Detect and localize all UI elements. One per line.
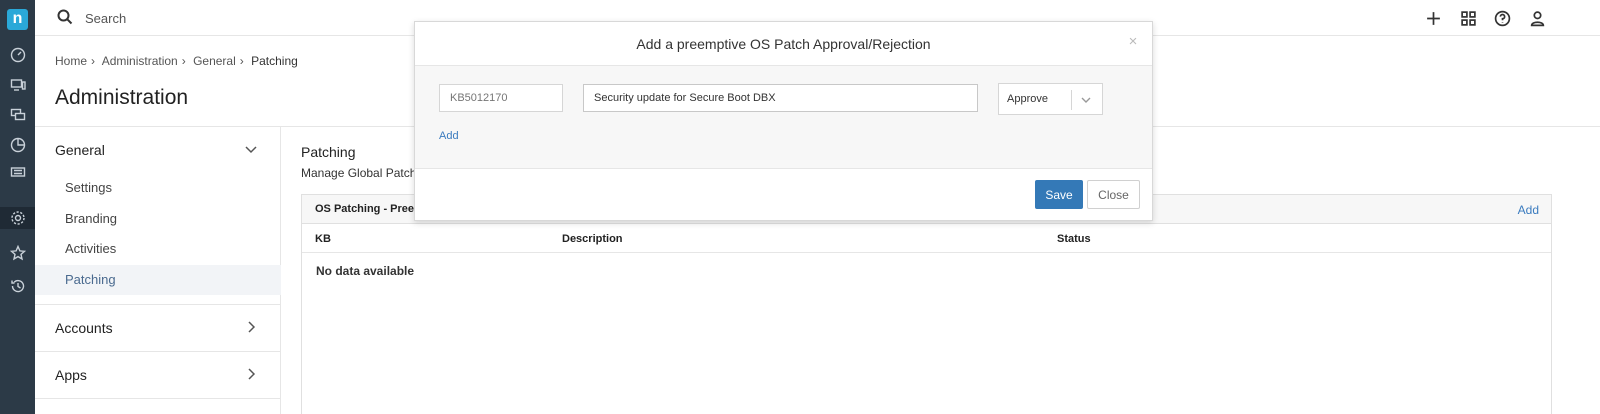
status-select-value: Approve [1007, 93, 1048, 105]
subnav-item-activities[interactable]: Activities [35, 234, 281, 264]
breadcrumb: Home › Administration › General › Patching [55, 54, 302, 68]
modal-body: Approve Add [415, 65, 1152, 169]
app-logo[interactable]: n [7, 9, 28, 30]
close-button[interactable]: Close [1087, 180, 1140, 209]
breadcrumb-general[interactable]: General [193, 54, 236, 68]
chevron-right-icon: › [181, 54, 186, 68]
settings-gear-icon[interactable] [0, 207, 35, 229]
tickets-icon[interactable] [5, 161, 30, 183]
apps-grid-icon[interactable] [1458, 8, 1478, 28]
chevron-right-icon: › [239, 54, 244, 68]
select-separator [1071, 90, 1072, 110]
dashboard-icon[interactable] [5, 44, 30, 66]
subnav-item-settings[interactable]: Settings [35, 173, 281, 203]
close-icon[interactable]: × [1126, 34, 1140, 49]
empty-state-text: No data available [316, 264, 415, 278]
left-rail: n [0, 0, 35, 414]
panel-add-link[interactable]: Add [1518, 203, 1539, 217]
add-row-link[interactable]: Add [439, 130, 459, 142]
remote-desktop-icon[interactable] [5, 104, 30, 126]
panel-title: OS Patching - Preemptive [315, 203, 415, 215]
user-profile-icon[interactable] [1527, 8, 1547, 28]
add-plus-icon[interactable] [1423, 8, 1443, 28]
content-title: Patching [301, 144, 356, 160]
save-button[interactable]: Save [1035, 180, 1083, 209]
divider [35, 398, 281, 399]
section-general-label: General [55, 142, 105, 158]
subnav-item-branding[interactable]: Branding [35, 204, 281, 234]
breadcrumb-administration[interactable]: Administration [102, 54, 178, 68]
column-kb[interactable]: KB [315, 233, 331, 245]
patching-panel: OS Patching - Preemptive Add KB Descript… [301, 194, 1552, 414]
chevron-right-icon[interactable] [243, 319, 259, 335]
page-title: Administration [55, 86, 189, 109]
devices-icon[interactable] [5, 74, 30, 96]
column-status[interactable]: Status [1057, 233, 1091, 245]
search-icon[interactable] [57, 9, 73, 25]
history-icon[interactable] [5, 275, 30, 297]
column-description[interactable]: Description [562, 233, 623, 245]
chevron-right-icon: › [91, 54, 96, 68]
section-accounts[interactable]: Accounts [35, 305, 281, 351]
chevron-right-icon[interactable] [243, 366, 259, 382]
breadcrumb-home[interactable]: Home [55, 54, 87, 68]
section-apps[interactable]: Apps [35, 352, 281, 398]
favorites-star-icon[interactable] [5, 242, 30, 264]
description-input[interactable] [583, 84, 978, 112]
help-question-icon[interactable] [1492, 8, 1512, 28]
search-input[interactable] [85, 8, 385, 28]
subnav-item-patching[interactable]: Patching [35, 265, 281, 295]
admin-subnav: General Settings Branding Activities Pat… [35, 127, 281, 414]
chevron-down-icon[interactable] [1080, 93, 1094, 107]
breadcrumb-patching: Patching [251, 54, 298, 68]
app-root: n Search Home › Administration › General… [0, 0, 1600, 414]
section-general[interactable]: General [35, 127, 281, 173]
content-subtitle: Manage Global Patching [301, 166, 421, 180]
section-apps-label: Apps [55, 367, 87, 383]
section-accounts-label: Accounts [55, 320, 113, 336]
chevron-down-icon[interactable] [243, 141, 259, 157]
status-select[interactable]: Approve [998, 83, 1103, 115]
table-header: KB Description Status [302, 224, 1551, 253]
patch-approval-modal: Add a preemptive OS Patch Approval/Rejec… [414, 21, 1153, 221]
reports-icon[interactable] [5, 134, 30, 156]
kb-input[interactable] [439, 84, 563, 112]
modal-title: Add a preemptive OS Patch Approval/Rejec… [636, 36, 931, 52]
